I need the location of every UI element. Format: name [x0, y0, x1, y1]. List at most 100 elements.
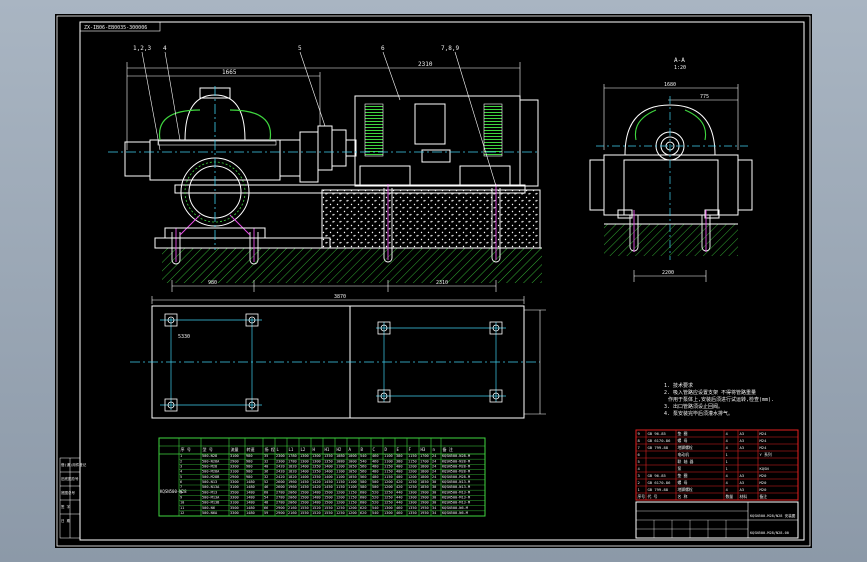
spec-cell: 2780	[276, 496, 285, 500]
dim-left-half: 5330	[178, 334, 190, 340]
parts-list-cell: M20	[760, 473, 768, 478]
notes-line-3: 3. 出口管路须设止回阀。	[664, 403, 723, 410]
title-block: 9 GB 96-85 垫 圈 4 A3 M24 8 GB 6170-86 螺 母 4 A3 M24 7 G…	[635, 429, 799, 539]
title-code-box: ZX-IB06-EB0035-300006	[79, 21, 161, 32]
parts-list-cell: 9	[638, 431, 641, 436]
cad-viewport[interactable]: ZX-IB06-EB0035-300006 借(通)用件登记 旧底图总号 底图总号签…	[0, 0, 867, 562]
spec-cell: 3300	[230, 480, 239, 484]
parts-list-cell: 电动机	[678, 452, 690, 457]
spec-cell: 1850	[420, 485, 429, 489]
spec-cell: 1050	[348, 470, 357, 474]
parts-list-cell: A3	[740, 473, 745, 478]
notes-line-1: 2. 吸入管路应设置支架 不得将管路重量	[664, 389, 756, 396]
spec-cell: 1500	[300, 490, 309, 494]
spec-cell: 3100	[230, 454, 239, 458]
spec-header-cell: A	[349, 447, 352, 452]
spec-cell: 500-N28A	[202, 459, 220, 463]
spec-cell: 1400	[324, 470, 333, 474]
spec-cell: 1550	[300, 511, 309, 515]
parts-list-cell: 4	[726, 431, 729, 436]
spec-header-cell: H	[313, 447, 316, 452]
spec-cell: 1350	[324, 454, 333, 458]
spec-cell: 500-M28	[202, 465, 217, 469]
spec-cell: 1250	[336, 511, 345, 515]
spec-table: 序 号 型 号 流量 转速 扬 程 L L1 L2 H H1 H2 A B C D E F H3 n 备 注 KQSN5…	[158, 437, 486, 517]
spec-cell: 1250	[336, 506, 345, 510]
spec-cell: 1300	[300, 454, 309, 458]
dim-bottom-side: 2200	[662, 270, 674, 276]
parts-list-cell: GB 6170-86	[648, 480, 672, 485]
parts-list-cell: M24	[760, 438, 768, 443]
spec-cell: 4	[180, 470, 182, 474]
notes-line-4: 4. 泵安装完毕后须灌水排气。	[664, 410, 733, 417]
spec-cell: 48	[264, 501, 268, 505]
spec-header-cell: 流量	[231, 446, 239, 452]
spec-cell: 1300	[312, 454, 321, 458]
parts-list-cell: 地脚螺栓	[678, 487, 693, 492]
spec-cell: 1900	[420, 496, 429, 500]
spec-cell: 1200	[408, 475, 417, 479]
spec-cell: 540	[360, 454, 367, 458]
parts-list-cell: 泵	[678, 466, 682, 471]
spec-cell: 1520	[312, 506, 321, 510]
spec-cell: 1100	[336, 475, 345, 479]
parts-list-cell: Y 系列	[760, 452, 772, 457]
parts-list-cell: 1	[726, 466, 729, 471]
spec-cell: KQSN500-N13-M	[442, 480, 471, 484]
spec-cell: 1350	[408, 506, 417, 510]
dim-side-top: 1680	[664, 82, 676, 88]
spec-cell: 1100	[348, 480, 357, 484]
spec-cell: 1300	[300, 459, 309, 463]
spec-cell: 2420	[276, 465, 285, 469]
spec-cell: 560	[360, 465, 367, 469]
spec-cell: 1450	[300, 480, 309, 484]
spec-cell: 2300	[276, 454, 285, 458]
dim-top-right: 2310	[418, 61, 433, 68]
spec-cell: 2900	[276, 511, 285, 515]
spec-cell: 2780	[276, 501, 285, 505]
spec-cell: 34	[432, 506, 436, 510]
spec-cell: 2	[180, 459, 182, 463]
spec-cell: 1350	[408, 511, 417, 515]
spec-cell: 1080	[336, 454, 345, 458]
spec-cell: 1350	[312, 465, 321, 469]
spec-cell: 460	[396, 506, 403, 510]
spec-cell: 420	[396, 485, 403, 489]
spec-cell: 1500	[324, 490, 333, 494]
spec-header-cell: C	[373, 447, 376, 452]
spec-cell: 1150	[336, 485, 345, 489]
spec-cell: 1500	[324, 496, 333, 500]
front-view: 1665 2310 1,2,3 4 5 6 7,8,9 980 2310	[108, 45, 542, 292]
spec-cell: 1420	[312, 485, 321, 489]
spec-cell: 2160	[288, 511, 297, 515]
spec-cell: 1700	[420, 459, 429, 463]
parts-list-header-cell: 材料	[740, 494, 748, 499]
spec-cell: 480	[372, 470, 379, 474]
dim-base-length: 3870	[334, 294, 346, 300]
spec-cell: KQSN500-N28-M	[442, 459, 471, 463]
spec-header-cell: L2	[301, 447, 306, 452]
spec-cell: 520	[372, 496, 379, 500]
spec-cell: 2060	[288, 501, 297, 505]
spec-cell: 32	[264, 475, 268, 479]
spec-cell: 3	[180, 465, 182, 469]
spec-header-cell: B	[361, 447, 364, 452]
spec-cell: 1480	[246, 485, 255, 489]
spec-cell: 1960	[288, 480, 297, 484]
part-label-2: 4	[163, 45, 167, 52]
spec-cell: KQSN500-N6-M	[442, 506, 469, 510]
parts-list-cell: A3	[740, 487, 745, 492]
spec-cell: 1200	[336, 490, 345, 494]
spec-cell: 32	[264, 459, 268, 463]
spec-cell: 980	[246, 470, 253, 474]
dim-side-mid: 775	[700, 94, 709, 100]
spec-cell: 1050	[348, 475, 357, 479]
spec-cell: 500-M28A	[202, 470, 220, 474]
spec-cell: 2300	[276, 459, 285, 463]
spec-cell: 1800	[420, 465, 429, 469]
side-stamp-label: 旧底图总号	[61, 476, 79, 481]
spec-cell: 1960	[288, 485, 297, 489]
spec-cell: 1950	[420, 511, 429, 515]
spec-cell: 3300	[230, 511, 239, 515]
spec-header-cell: H1	[325, 447, 330, 452]
